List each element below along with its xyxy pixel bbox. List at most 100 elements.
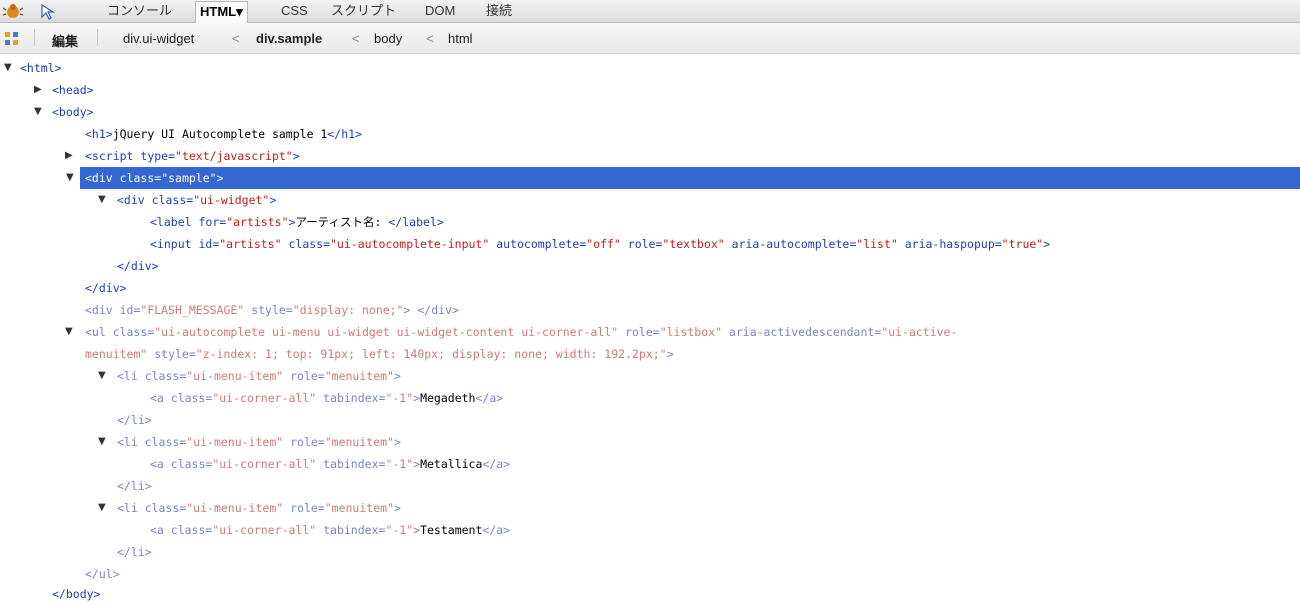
tree-node-script[interactable]: ▶ <script type="text/javascript"> xyxy=(0,145,1300,167)
attr-name: aria-autocomplete= xyxy=(724,237,857,251)
tab-html-label: HTML xyxy=(200,4,237,19)
tag-a-close: </a> xyxy=(482,523,511,537)
attr-name: aria-activedescendant= xyxy=(722,325,882,339)
attr-name: role= xyxy=(283,501,325,515)
tree-node-anchor[interactable]: <a class="ui-corner-all" tabindex="-1">M… xyxy=(0,387,1300,409)
menu-item-text: Megadeth xyxy=(420,391,476,405)
tag-div-close: </div> xyxy=(117,259,159,273)
tree-node-anchor[interactable]: <a class="ui-corner-all" tabindex="-1">T… xyxy=(0,519,1300,541)
tab-script[interactable]: スクリプト xyxy=(331,3,396,20)
breadcrumb-item-body[interactable]: body xyxy=(374,31,402,46)
attr-name: class= xyxy=(151,193,194,207)
twisty-open-icon[interactable]: ▼ xyxy=(98,365,106,387)
tree-node-h1[interactable]: <h1>jQuery UI Autocomplete sample 1</h1> xyxy=(0,123,1300,145)
tree-node-ul[interactable]: ▼ <ul class="ui-autocomplete ui-menu ui-… xyxy=(0,321,1300,343)
tag-end: > xyxy=(292,149,300,163)
tag-token: > xyxy=(1043,237,1051,251)
tag-token: <li xyxy=(117,369,145,383)
tag-li-close: </li> xyxy=(117,545,152,559)
tag-a-close: </a> xyxy=(475,391,504,405)
attr-name: role= xyxy=(620,237,663,251)
twisty-open-icon[interactable]: ▼ xyxy=(34,101,42,123)
attr-value: "ui-active- xyxy=(881,325,958,339)
tree-node-li-close[interactable]: </li> xyxy=(0,541,1300,563)
tree-node-anchor[interactable]: <a class="ui-corner-all" tabindex="-1">M… xyxy=(0,453,1300,475)
edit-button[interactable]: 編集 xyxy=(52,31,78,50)
tag-token: <li xyxy=(117,435,145,449)
twisty-open-icon[interactable]: ▼ xyxy=(98,431,106,453)
tag-li-close: </li> xyxy=(117,479,152,493)
breadcrumb: 編集 div.ui-widget < div.sample < body < h… xyxy=(0,23,1300,54)
tab-net[interactable]: 接続 xyxy=(486,3,512,20)
tag-html-open: <html> xyxy=(20,61,62,75)
tree-toggle-icon[interactable] xyxy=(4,31,20,46)
breadcrumb-item-sample[interactable]: div.sample xyxy=(256,31,322,46)
tag-token: > xyxy=(393,435,401,449)
tab-html[interactable]: HTML▾ xyxy=(195,1,248,23)
twisty-open-icon[interactable]: ▼ xyxy=(65,321,73,343)
tree-node-body-close[interactable]: </body> xyxy=(0,583,1300,605)
twisty-open-icon[interactable]: ▼ xyxy=(98,189,106,211)
attr-value: "menuitem" xyxy=(324,369,394,383)
tree-node-div-close[interactable]: </div> xyxy=(0,255,1300,277)
anchor-code: <a class="ui-corner-all" tabindex="-1">T… xyxy=(150,519,510,541)
anchor-code: <a class="ui-corner-all" tabindex="-1">M… xyxy=(150,387,503,409)
attr-value: "text/javascript" xyxy=(175,149,293,163)
tree-node-head[interactable]: ▶ <head> xyxy=(0,79,1300,101)
tag-label-close: </label> xyxy=(388,215,444,229)
tag-token: <a xyxy=(150,391,171,405)
tree-node-flash-message[interactable]: <div id="FLASH_MESSAGE" style="display: … xyxy=(0,299,1300,321)
tree-node-li[interactable]: ▼ <li class="ui-menu-item" role="menuite… xyxy=(0,365,1300,387)
attr-name: role= xyxy=(618,325,660,339)
chevron-down-icon[interactable]: ▾ xyxy=(236,4,243,19)
tree-node-input[interactable]: <input id="artists" class="ui-autocomple… xyxy=(0,233,1300,255)
tab-css[interactable]: CSS xyxy=(281,3,308,20)
tab-dom[interactable]: DOM xyxy=(425,3,455,20)
tree-node-div-ui-widget[interactable]: ▼ <div class="ui-widget"> xyxy=(0,189,1300,211)
tag-token: <input xyxy=(150,237,199,251)
attr-name: class= xyxy=(144,369,187,383)
inspect-icon[interactable] xyxy=(38,2,58,20)
attr-name: tabindex= xyxy=(316,391,386,405)
input-code: <input id="artists" class="ui-autocomple… xyxy=(150,233,1050,255)
tree-node-ul-close[interactable]: </ul> xyxy=(0,563,1300,585)
twisty-closed-icon[interactable]: ▶ xyxy=(34,79,42,101)
twisty-open-icon[interactable]: ▼ xyxy=(66,167,74,189)
attr-value: "artists" xyxy=(219,237,282,251)
attr-value: "-1" xyxy=(385,457,414,471)
attr-value: "-1" xyxy=(385,523,414,537)
attr-value: "-1" xyxy=(385,391,414,405)
attr-name: tabindex= xyxy=(316,457,386,471)
ul-code-line1: <ul class="ui-autocomplete ui-menu ui-wi… xyxy=(85,321,957,343)
firebug-icon[interactable] xyxy=(3,2,23,20)
tree-node-body[interactable]: ▼ <body> xyxy=(0,101,1300,123)
tree-node-li[interactable]: ▼ <li class="ui-menu-item" role="menuite… xyxy=(0,431,1300,453)
tag-label-open: <label xyxy=(150,215,192,229)
breadcrumb-separator: < xyxy=(426,31,434,46)
attr-value: "list" xyxy=(856,237,898,251)
tree-node-li-close[interactable]: </li> xyxy=(0,409,1300,431)
attr-name: class= xyxy=(170,391,213,405)
tag-h1-open: <h1> xyxy=(85,127,113,141)
tree-node-label[interactable]: <label for="artists">アーティスト名: </label> xyxy=(0,211,1300,233)
menu-item-text: Metallica xyxy=(420,457,483,471)
tag-div-close: </div> xyxy=(85,281,127,295)
breadcrumb-item-ui-widget[interactable]: div.ui-widget xyxy=(123,31,194,46)
tree-node-li-close[interactable]: </li> xyxy=(0,475,1300,497)
twisty-open-icon[interactable]: ▼ xyxy=(98,497,106,519)
attr-value: "ui-menu-item" xyxy=(186,501,284,515)
attr-name: class= xyxy=(144,501,187,515)
menu-item-text: Testament xyxy=(420,523,483,537)
tree-node-li[interactable]: ▼ <li class="ui-menu-item" role="menuite… xyxy=(0,497,1300,519)
label-code: <label for="artists">アーティスト名: </label> xyxy=(150,211,444,233)
tree-node-div-close[interactable]: </div> xyxy=(0,277,1300,299)
breadcrumb-item-html[interactable]: html xyxy=(448,31,473,46)
attr-value: "menuitem" xyxy=(324,501,394,515)
tree-node-div-sample-selected[interactable]: ▼ <div class="sample"> xyxy=(66,167,1300,189)
twisty-open-icon[interactable]: ▼ xyxy=(4,57,12,79)
twisty-closed-icon[interactable]: ▶ xyxy=(65,145,73,167)
tab-console[interactable]: コンソール xyxy=(107,3,172,20)
tree-node-html[interactable]: ▼ <html> xyxy=(0,57,1300,79)
tag-token: > xyxy=(666,347,674,361)
attr-value: "ui-corner-all" xyxy=(212,523,317,537)
